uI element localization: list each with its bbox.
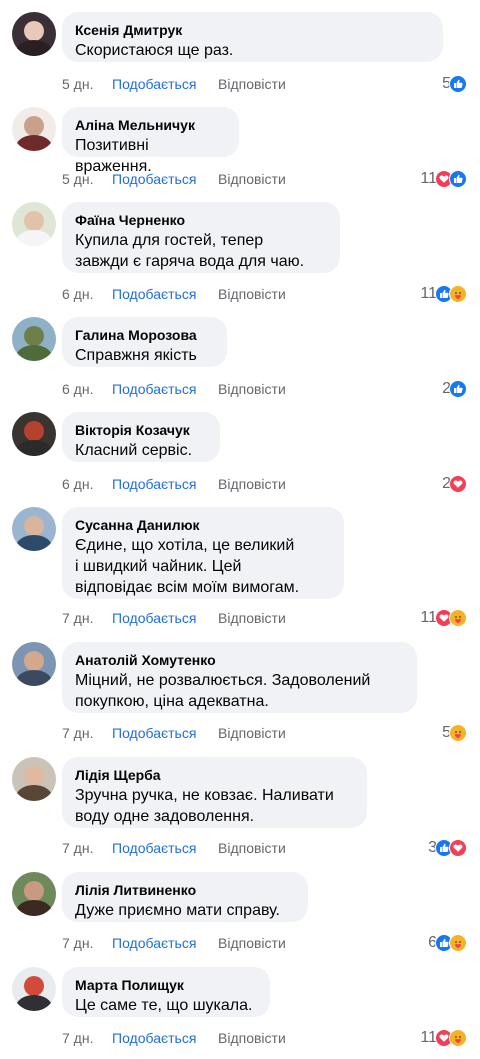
reactions-summary[interactable]: 11 xyxy=(420,1028,467,1048)
avatar[interactable] xyxy=(12,967,56,1011)
care-icon xyxy=(449,1029,467,1047)
comment-text: Купила для гостей, тепер завжди є гаряча… xyxy=(75,232,305,270)
like-icon xyxy=(449,170,467,188)
comment-time[interactable]: 7 дн. xyxy=(62,933,93,953)
comment-author[interactable]: Анатолій Хомутенко xyxy=(75,651,405,669)
like-button[interactable]: Подобається xyxy=(112,169,196,189)
comment-text: Зручна ручка, не ковзає. Наливати воду о… xyxy=(75,787,334,825)
comment-author[interactable]: Аліна Мельничук xyxy=(75,116,227,134)
comment-time[interactable]: 7 дн. xyxy=(62,723,93,743)
comment-text: Міцний, не розвалюється. Задоволений пок… xyxy=(75,672,371,710)
like-button[interactable]: Подобається xyxy=(112,474,196,494)
care-icon xyxy=(449,285,467,303)
reactions-summary[interactable]: 11 xyxy=(420,284,467,304)
like-button[interactable]: Подобається xyxy=(112,838,196,858)
avatar[interactable] xyxy=(12,507,56,551)
reply-button[interactable]: Відповісти xyxy=(218,608,286,628)
comment-author[interactable]: Вікторія Козачук xyxy=(75,421,208,439)
reply-button[interactable]: Відповісти xyxy=(218,169,286,189)
comment-author[interactable]: Сусанна Данилюк xyxy=(75,516,332,534)
like-button[interactable]: Подобається xyxy=(112,723,196,743)
reactions-summary[interactable]: 11 xyxy=(420,608,467,628)
reply-button[interactable]: Відповісти xyxy=(218,379,286,399)
reply-button[interactable]: Відповісти xyxy=(218,74,286,94)
reply-button[interactable]: Відповісти xyxy=(218,284,286,304)
care-icon xyxy=(449,609,467,627)
comment-bubble: Вікторія Козачук Класний сервіс. xyxy=(62,412,220,462)
avatar[interactable] xyxy=(12,202,56,246)
comment-author[interactable]: Лідія Щерба xyxy=(75,766,355,784)
reply-button[interactable]: Відповісти xyxy=(218,474,286,494)
like-button[interactable]: Подобається xyxy=(112,1028,196,1048)
like-button[interactable]: Подобається xyxy=(112,933,196,953)
comment-bubble: Галина Морозова Справжня якість xyxy=(62,317,227,367)
comment-text: Скористаюся ще раз. xyxy=(75,42,234,59)
comment-author[interactable]: Марта Полищук xyxy=(75,976,258,994)
comment-time[interactable]: 6 дн. xyxy=(62,284,93,304)
like-icon xyxy=(449,380,467,398)
avatar[interactable] xyxy=(12,12,56,56)
reply-button[interactable]: Відповісти xyxy=(218,838,286,858)
comment-bubble: Марта Полищук Це саме те, що шукала. xyxy=(62,967,270,1017)
comment-time[interactable]: 5 дн. xyxy=(62,169,93,189)
love-icon xyxy=(449,475,467,493)
comment-bubble: Аліна Мельничук Позитивні враження. xyxy=(62,107,239,175)
reply-button[interactable]: Відповісти xyxy=(218,933,286,953)
reactions-summary[interactable]: 2 xyxy=(442,379,467,399)
reply-button[interactable]: Відповісти xyxy=(218,1028,286,1048)
avatar[interactable] xyxy=(12,757,56,801)
comment-bubble: Лідія Щерба Зручна ручка, не ковзає. Нал… xyxy=(62,757,367,828)
like-button[interactable]: Подобається xyxy=(112,284,196,304)
comment-time[interactable]: 7 дн. xyxy=(62,838,93,858)
reactions-summary[interactable]: 5 xyxy=(442,723,467,743)
comment-text: Це саме те, що шукала. xyxy=(75,997,253,1014)
like-button[interactable]: Подобається xyxy=(112,608,196,628)
love-icon xyxy=(449,839,467,857)
comment-time[interactable]: 6 дн. xyxy=(62,379,93,399)
comment-text: Класний сервіс. xyxy=(75,442,193,459)
reply-button[interactable]: Відповісти xyxy=(218,723,286,743)
avatar[interactable] xyxy=(12,107,56,151)
comment-author[interactable]: Галина Морозова xyxy=(75,326,215,344)
care-icon xyxy=(449,934,467,952)
reactions-summary[interactable]: 2 xyxy=(442,474,467,494)
like-button[interactable]: Подобається xyxy=(112,74,196,94)
reactions-summary[interactable]: 5 xyxy=(442,74,467,94)
avatar[interactable] xyxy=(12,317,56,361)
comment-text: Єдине, що хотіла, це великий і швидкий ч… xyxy=(75,537,300,596)
comment-author[interactable]: Лілія Литвиненко xyxy=(75,881,296,899)
comment-text: Справжня якість xyxy=(75,347,197,364)
care-icon xyxy=(449,724,467,742)
avatar[interactable] xyxy=(12,412,56,456)
reactions-summary[interactable]: 6 xyxy=(428,933,467,953)
comment-bubble: Ксенія Дмитрук Скористаюся ще раз. xyxy=(62,12,443,62)
reactions-summary[interactable]: 3 xyxy=(428,838,467,858)
avatar[interactable] xyxy=(12,642,56,686)
comment-bubble: Лілія Литвиненко Дуже приємно мати справ… xyxy=(62,872,308,922)
comment-time[interactable]: 7 дн. xyxy=(62,608,93,628)
comment-time[interactable]: 7 дн. xyxy=(62,1028,93,1048)
comment-bubble: Сусанна Данилюк Єдине, що хотіла, це вел… xyxy=(62,507,344,599)
comment-time[interactable]: 6 дн. xyxy=(62,474,93,494)
comment-text: Дуже приємно мати справу. xyxy=(75,902,280,919)
like-icon xyxy=(449,75,467,93)
comment-time[interactable]: 5 дн. xyxy=(62,74,93,94)
comment-bubble: Анатолій Хомутенко Міцний, не розвалюєть… xyxy=(62,642,417,713)
reactions-summary[interactable]: 11 xyxy=(420,169,467,189)
comment-bubble: Фаїна Черненко Купила для гостей, тепер … xyxy=(62,202,340,273)
avatar[interactable] xyxy=(12,872,56,916)
like-button[interactable]: Подобається xyxy=(112,379,196,399)
comment-author[interactable]: Ксенія Дмитрук xyxy=(75,21,431,39)
comment-author[interactable]: Фаїна Черненко xyxy=(75,211,328,229)
